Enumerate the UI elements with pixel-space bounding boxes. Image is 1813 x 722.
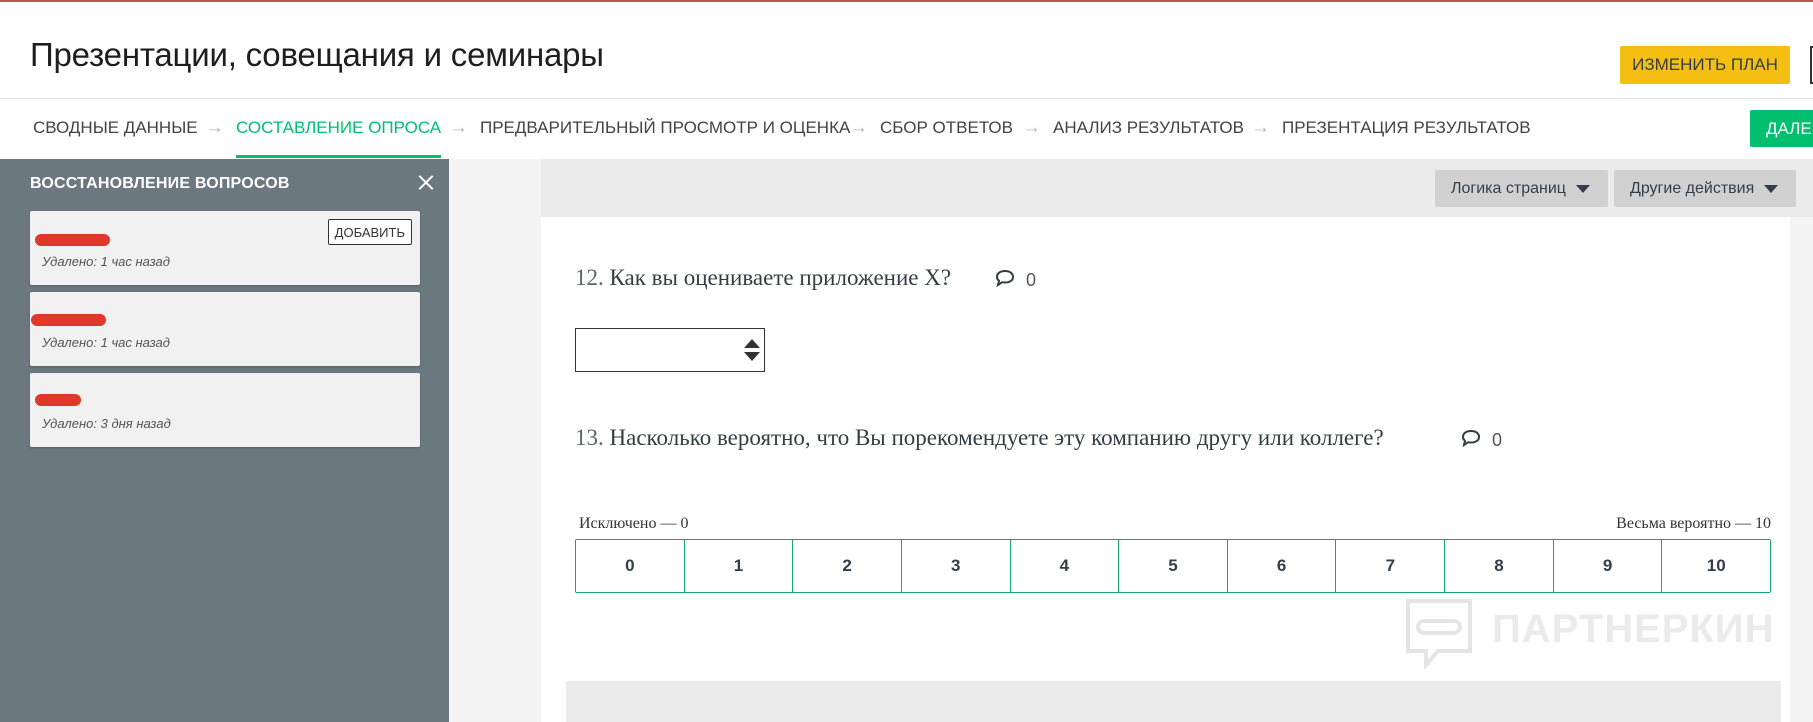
question-number: 12. xyxy=(575,265,604,290)
other-actions-dropdown[interactable]: Другие действия xyxy=(1614,170,1796,207)
step-arrow-icon: → xyxy=(849,117,868,138)
deleted-question-card[interactable]: Удалено: 1 час назад xyxy=(30,292,420,366)
deleted-time: Удалено: 1 час назад xyxy=(42,254,170,269)
question-number: 13. xyxy=(575,425,604,450)
caret-down-icon xyxy=(1575,184,1590,193)
change-plan-button[interactable]: ИЗМЕНИТЬ ПЛАН xyxy=(1620,46,1790,84)
nps-option-1[interactable]: 1 xyxy=(684,540,794,592)
nps-option-9[interactable]: 9 xyxy=(1553,540,1663,592)
panel-title: ВОССТАНОВЛЕНИЕ ВОПРОСОВ xyxy=(30,175,290,192)
page-logic-dropdown[interactable]: Логика страниц xyxy=(1435,170,1608,207)
next-page-block xyxy=(566,681,1781,722)
question-text: Насколько вероятно, что Вы порекомендует… xyxy=(609,425,1384,450)
step-arrow-icon: → xyxy=(1251,117,1270,138)
caret-down-icon xyxy=(1764,184,1779,193)
nps-option-6[interactable]: 6 xyxy=(1227,540,1337,592)
deleted-time: Удалено: 3 дня назад xyxy=(42,416,171,431)
comment-count: 0 xyxy=(1492,430,1503,450)
step-arrow-icon: → xyxy=(449,117,468,138)
scale-low-label: Исключено — 0 xyxy=(579,515,689,532)
watermark: ПАРТНЕРКИН xyxy=(1404,597,1775,671)
question-text: Как вы оцениваете приложение Х? xyxy=(609,265,952,290)
nps-option-3[interactable]: 3 xyxy=(901,540,1011,592)
tab-preview-score[interactable]: ПРЕДВАРИТЕЛЬНЫЙ ПРОСМОТР И ОЦЕНКА xyxy=(480,99,850,157)
tab-collect-responses[interactable]: СБОР ОТВЕТОВ xyxy=(880,99,1013,157)
tab-design-survey[interactable]: СОСТАВЛЕНИЕ ОПРОСА xyxy=(236,99,442,158)
page-toolbar: Логика страниц Другие действия xyxy=(541,159,1813,217)
add-question-button[interactable]: ДОБАВИТЬ xyxy=(327,219,412,245)
page-logic-label: Логика страниц xyxy=(1451,179,1566,197)
question-recovery-panel: ВОССТАНОВЛЕНИЕ ВОПРОСОВ ДОБАВИТЬ Удалено… xyxy=(0,159,449,722)
nps-scale: 0 1 2 3 4 5 6 7 8 9 10 xyxy=(575,539,1771,593)
nps-option-8[interactable]: 8 xyxy=(1445,540,1554,592)
spinner-up-icon xyxy=(744,339,760,348)
deleted-question-card[interactable]: ДОБАВИТЬ Удалено: 1 час назад xyxy=(30,211,420,285)
question-12-title[interactable]: 12. Как вы оцениваете приложение Х? xyxy=(575,265,951,291)
tab-analyze-results[interactable]: АНАЛИЗ РЕЗУЛЬТАТОВ xyxy=(1053,99,1244,157)
watermark-text: ПАРТНЕРКИН xyxy=(1492,607,1775,651)
step-arrow-icon: → xyxy=(205,117,224,138)
nps-option-0[interactable]: 0 xyxy=(576,540,685,592)
rating-dropdown[interactable] xyxy=(575,328,765,372)
nps-option-4[interactable]: 4 xyxy=(1010,540,1120,592)
comment-icon[interactable] xyxy=(1460,428,1482,448)
scale-high-label: Весьма вероятно — 10 xyxy=(1616,515,1771,532)
nps-option-7[interactable]: 7 xyxy=(1336,540,1446,592)
comment-icon[interactable] xyxy=(994,268,1016,288)
nps-option-10[interactable]: 10 xyxy=(1662,540,1771,592)
step-navigation: СВОДНЫЕ ДАННЫЕ → СОСТАВЛЕНИЕ ОПРОСА → ПР… xyxy=(0,98,1813,160)
header: Презентации, совещания и семинары ИЗМЕНИ… xyxy=(0,2,1813,98)
other-actions-label: Другие действия xyxy=(1630,179,1755,197)
page-title: Презентации, совещания и семинары xyxy=(30,36,604,73)
nps-option-5[interactable]: 5 xyxy=(1119,540,1228,592)
nps-option-2[interactable]: 2 xyxy=(793,540,902,592)
deleted-question-card[interactable]: Удалено: 3 дня назад xyxy=(30,373,420,447)
step-arrow-icon: → xyxy=(1022,117,1041,138)
next-button[interactable]: ДАЛЕЕ xyxy=(1750,110,1813,147)
close-icon[interactable] xyxy=(414,171,438,195)
tab-present-results[interactable]: ПРЕЗЕНТАЦИЯ РЕЗУЛЬТАТОВ xyxy=(1282,99,1531,157)
tab-summary[interactable]: СВОДНЫЕ ДАННЫЕ xyxy=(33,99,198,157)
spinner-down-icon xyxy=(744,352,760,361)
redacted-question-text xyxy=(31,314,106,326)
question-13-title[interactable]: 13. Насколько вероятно, что Вы порекомен… xyxy=(575,425,1384,451)
comment-count: 0 xyxy=(1026,270,1037,290)
watermark-logo-icon xyxy=(1406,599,1472,671)
redacted-question-text xyxy=(35,394,81,406)
redacted-question-text xyxy=(35,234,110,246)
deleted-time: Удалено: 1 час назад xyxy=(42,335,170,350)
